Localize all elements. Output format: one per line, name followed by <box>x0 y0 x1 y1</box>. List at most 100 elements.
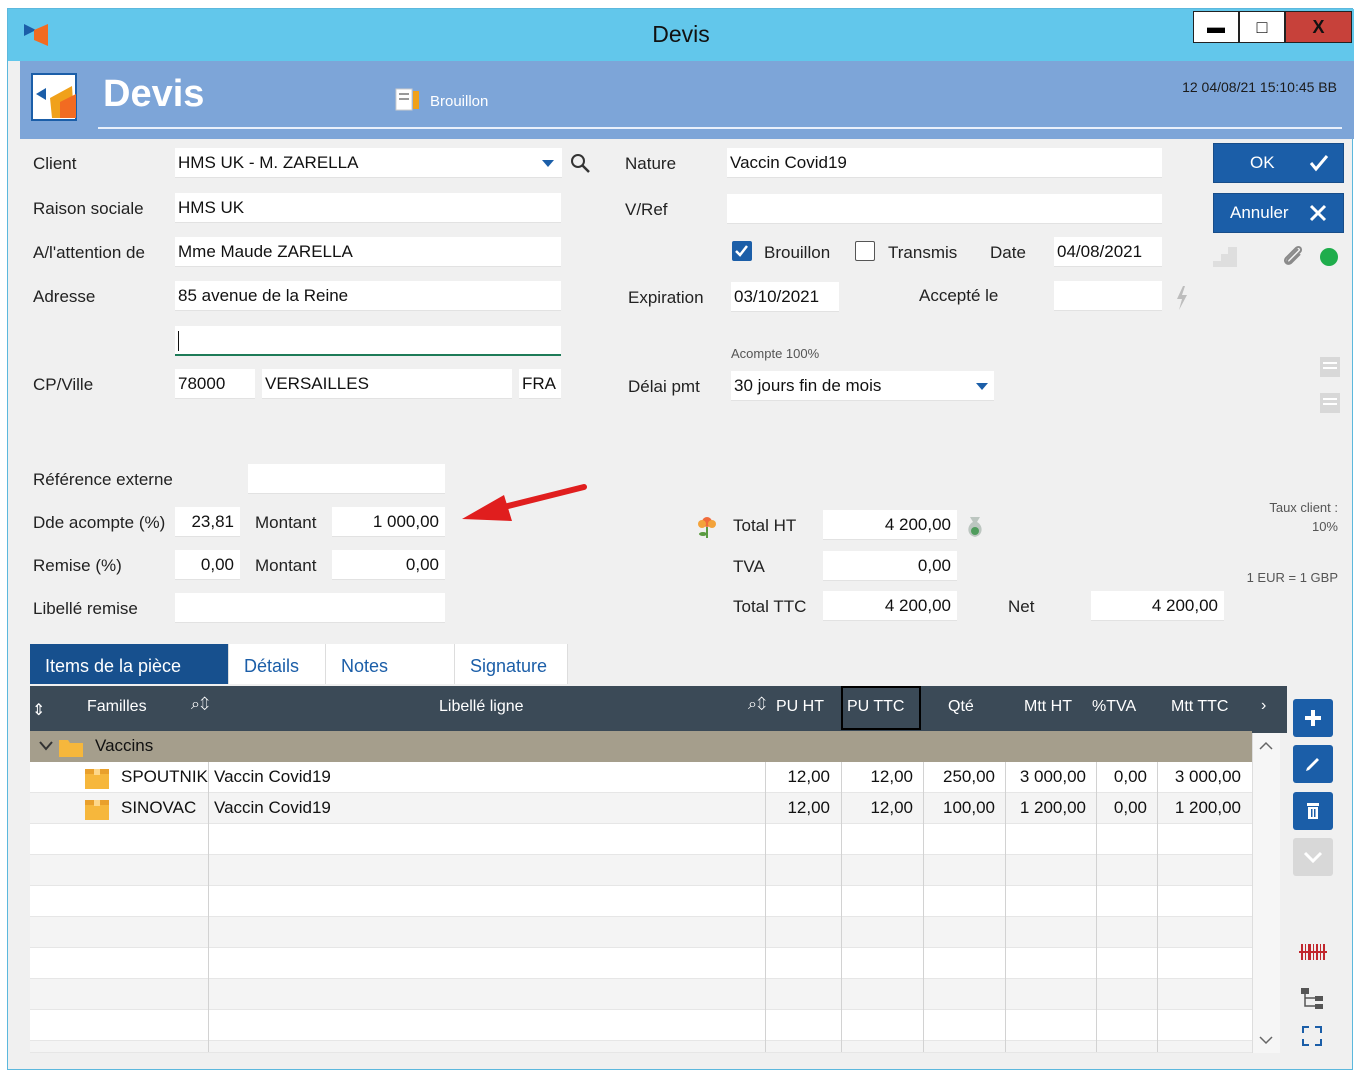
familles-search-icon[interactable]: ⌕⇕ <box>191 696 209 714</box>
exchange-rate: 1 EUR = 1 GBP <box>1246 570 1338 585</box>
close-button[interactable]: X <box>1285 11 1352 43</box>
attention-label: A/l'attention de <box>33 243 145 262</box>
date-field[interactable]: 04/08/2021 <box>1054 237 1162 267</box>
ok-button[interactable]: OK <box>1213 143 1344 183</box>
reference-externe-field[interactable] <box>248 464 445 494</box>
sort-icon[interactable]: ⇕ <box>32 700 45 720</box>
expiration-field[interactable]: 03/10/2021 <box>731 282 839 312</box>
delai-pmt-select[interactable]: 30 jours fin de mois <box>731 371 994 401</box>
vref-label: V/Ref <box>625 200 668 219</box>
row1-mtt-ht: 3 000,00 <box>1019 767 1086 786</box>
delete-line-button[interactable] <box>1293 792 1333 830</box>
table-row-empty <box>30 979 1252 1010</box>
header-divider <box>98 127 1342 129</box>
tree-structure-icon[interactable] <box>1299 986 1327 1017</box>
col-pu-ttc[interactable]: PU TTC <box>847 698 904 716</box>
vref-field[interactable] <box>727 194 1162 224</box>
client-field[interactable]: HMS UK - M. ZARELLA <box>175 148 562 178</box>
dde-acompte-field[interactable]: 23,81 <box>175 507 240 537</box>
remise-montant-field[interactable]: 0,00 <box>332 550 445 580</box>
adresse-field-2[interactable] <box>175 326 561 356</box>
table-row-empty <box>30 824 1252 855</box>
col-mtt-ht[interactable]: Mtt HT <box>1024 698 1072 716</box>
text-cursor <box>178 331 179 351</box>
remise-label: Remise (%) <box>33 556 122 575</box>
acompte-note: Acompte 100% <box>731 346 820 361</box>
reference-externe-label: Référence externe <box>33 470 173 489</box>
accepte-le-field[interactable] <box>1054 281 1162 311</box>
chevron-down-icon <box>1303 851 1323 864</box>
total-ht-field: 4 200,00 <box>823 510 957 540</box>
stairs-icon[interactable] <box>1211 245 1239 274</box>
libelle-remise-label: Libellé remise <box>33 599 138 618</box>
table-row-empty <box>30 1041 1252 1053</box>
remise-montant-label: Montant <box>255 556 317 575</box>
nature-label: Nature <box>625 154 677 173</box>
edit-line-button[interactable] <box>1293 745 1333 783</box>
table-row-empty <box>30 855 1252 886</box>
delai-pmt-dropdown-icon[interactable] <box>974 379 990 397</box>
tab-notes[interactable]: Notes <box>326 644 455 684</box>
add-line-button[interactable] <box>1293 699 1333 737</box>
libelle-search-icon[interactable]: ⌕⇕ <box>748 696 766 714</box>
money-bag-icon[interactable] <box>962 513 988 546</box>
note-icon-2[interactable] <box>1318 391 1342 420</box>
collapse-chevron-icon[interactable] <box>38 739 54 758</box>
row1-tva: 0,00 <box>1113 767 1147 786</box>
raison-sociale-label: Raison sociale <box>33 199 144 218</box>
plus-icon <box>1305 710 1321 726</box>
col-familles[interactable]: Familles <box>87 698 147 716</box>
col-tva[interactable]: %TVA <box>1092 698 1136 716</box>
scroll-down-icon[interactable] <box>1258 1033 1274 1051</box>
expand-icon[interactable] <box>1300 1024 1324 1053</box>
attachment-icon[interactable] <box>1280 243 1306 274</box>
row2-pu-ht: 12,00 <box>787 798 830 817</box>
tab-items[interactable]: Items de la pièce <box>30 644 229 684</box>
raison-sociale-field[interactable]: HMS UK <box>175 193 561 223</box>
adresse-field-1[interactable]: 85 avenue de la Reine <box>175 281 561 311</box>
col-libelle[interactable]: Libellé ligne <box>439 698 524 716</box>
attention-field[interactable]: Mme Maude ZARELLA <box>175 237 561 267</box>
col-mtt-ttc[interactable]: Mtt TTC <box>1171 698 1228 716</box>
cp-field[interactable]: 78000 <box>175 369 255 399</box>
maximize-button[interactable]: □ <box>1239 11 1285 43</box>
title-bar: Devis ▬ □ X <box>8 9 1354 61</box>
status-green-dot <box>1320 248 1338 266</box>
libelle-remise-field[interactable] <box>175 593 445 623</box>
group-row-vaccins[interactable] <box>30 731 1252 762</box>
tab-signature[interactable]: Signature <box>455 644 568 684</box>
table-row-empty <box>30 886 1252 917</box>
ville-field[interactable]: VERSAILLES <box>262 369 512 399</box>
pays-field[interactable]: FRA <box>519 369 561 399</box>
client-dropdown-icon[interactable] <box>540 156 556 174</box>
acompte-montant-field[interactable]: 1 000,00 <box>332 507 445 537</box>
nature-field[interactable]: Vaccin Covid19 <box>727 148 1162 178</box>
barcode-icon[interactable] <box>1299 941 1327 968</box>
client-search-icon[interactable] <box>569 152 593 181</box>
col-qte[interactable]: Qté <box>948 698 974 716</box>
brouillon-checkbox[interactable] <box>732 241 752 261</box>
transmis-checkbox[interactable] <box>855 241 875 261</box>
grid-scrollbar[interactable] <box>1252 733 1280 1053</box>
col-pu-ht[interactable]: PU HT <box>776 698 824 716</box>
acompte-montant-label: Montant <box>255 513 317 532</box>
dde-acompte-label: Dde acompte (%) <box>33 513 166 532</box>
minimize-button[interactable]: ▬ <box>1193 11 1239 43</box>
tab-details[interactable]: Détails <box>229 644 326 684</box>
annuler-button[interactable]: Annuler <box>1213 193 1344 233</box>
check-icon <box>1309 155 1328 172</box>
flower-icon <box>696 514 718 545</box>
page-title: Devis <box>103 73 205 115</box>
scroll-right-icon[interactable]: › <box>1261 697 1266 715</box>
total-ht-label: Total HT <box>733 516 797 535</box>
note-icon-1[interactable] <box>1318 355 1342 384</box>
cp-ville-label: CP/Ville <box>33 375 94 394</box>
move-down-button[interactable] <box>1293 838 1333 876</box>
box-icon <box>84 797 110 826</box>
scroll-up-icon[interactable] <box>1258 739 1274 757</box>
brouillon-label: Brouillon <box>764 243 831 262</box>
adresse-label: Adresse <box>33 287 96 306</box>
remise-field[interactable]: 0,00 <box>175 550 240 580</box>
lightning-icon[interactable] <box>1175 285 1189 316</box>
client-label: Client <box>33 154 77 173</box>
